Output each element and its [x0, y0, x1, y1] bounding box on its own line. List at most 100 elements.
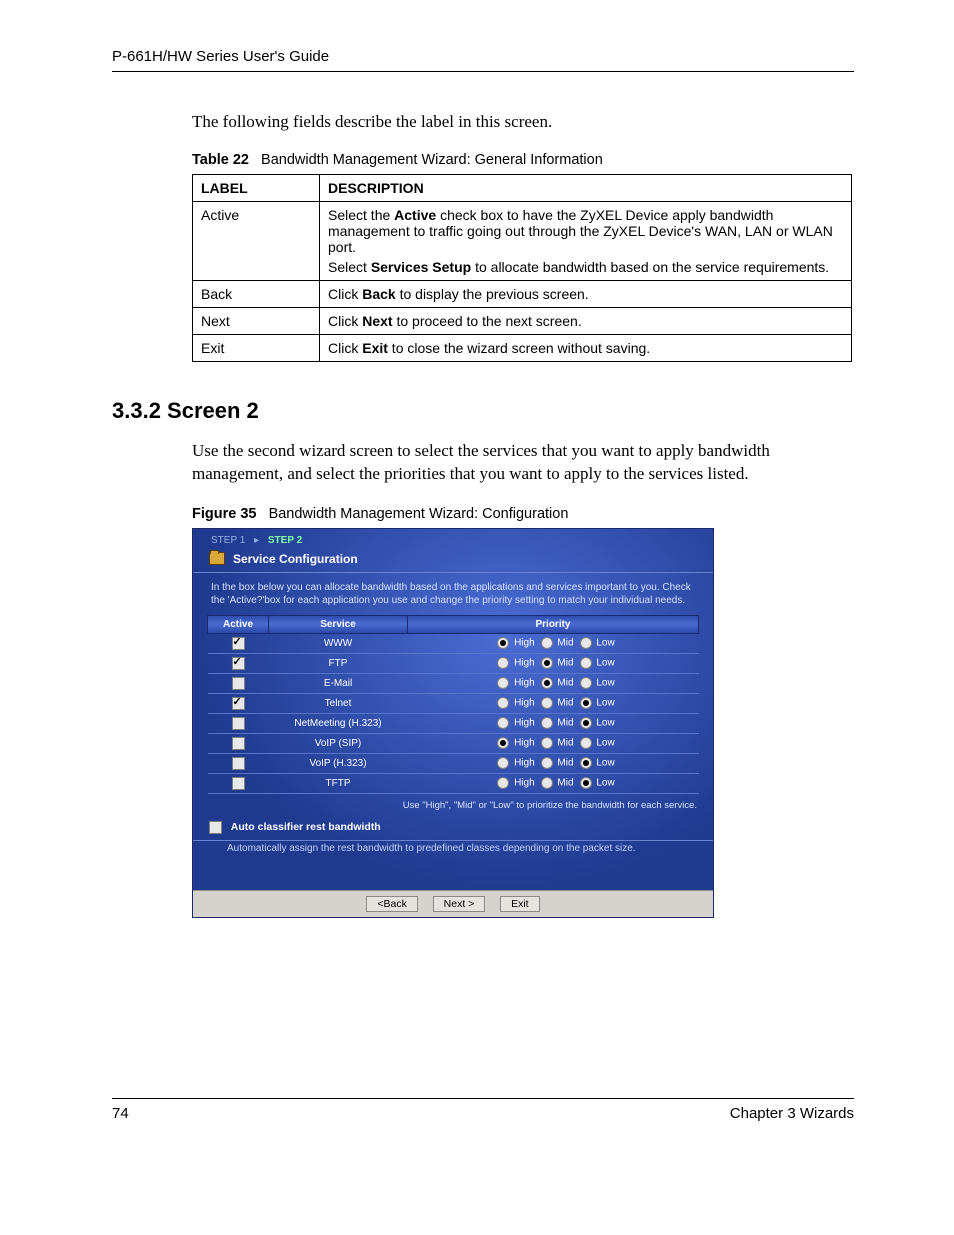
priority-label-high: High — [511, 738, 534, 749]
priority-label-mid: Mid — [555, 678, 574, 689]
priority-radio-mid[interactable] — [541, 737, 553, 749]
wizard-title-bar: Service Configuration — [193, 548, 713, 573]
cell-active — [208, 653, 269, 673]
cell-label: Exit — [193, 335, 320, 362]
priority-label-high: High — [511, 778, 534, 789]
service-row: Telnet High Mid Low — [208, 693, 699, 713]
priority-radio-high[interactable] — [497, 637, 509, 649]
section-paragraph: Use the second wizard screen to select t… — [192, 440, 854, 486]
priority-radio-low[interactable] — [580, 637, 592, 649]
service-row: FTP High Mid Low — [208, 653, 699, 673]
priority-radio-mid[interactable] — [541, 777, 553, 789]
active-checkbox[interactable] — [232, 677, 245, 690]
figure-caption: Figure 35 Bandwidth Management Wizard: C… — [192, 506, 854, 522]
priority-radio-high[interactable] — [497, 737, 509, 749]
table-row: NextClick Next to proceed to the next sc… — [193, 308, 852, 335]
active-checkbox[interactable] — [232, 697, 245, 710]
next-button[interactable]: Next > — [433, 896, 486, 912]
cell-service: VoIP (H.323) — [269, 753, 408, 773]
priority-radio-mid[interactable] — [541, 757, 553, 769]
step-tabs: STEP 1 ▸ STEP 2 — [193, 529, 713, 548]
cell-active — [208, 693, 269, 713]
priority-label-low: Low — [594, 718, 615, 729]
cell-priority: High Mid Low — [408, 653, 699, 673]
priority-radio-low[interactable] — [580, 697, 592, 709]
service-row: TFTP High Mid Low — [208, 773, 699, 793]
table-caption-rest: Bandwidth Management Wizard: General Inf… — [261, 152, 603, 168]
th-label: LABEL — [193, 175, 320, 202]
cell-priority: High Mid Low — [408, 673, 699, 693]
active-checkbox[interactable] — [232, 657, 245, 670]
cell-active — [208, 733, 269, 753]
priority-radio-mid[interactable] — [541, 677, 553, 689]
auto-classifier-checkbox[interactable] — [209, 821, 222, 834]
priority-radio-low[interactable] — [580, 757, 592, 769]
cell-active — [208, 753, 269, 773]
cell-priority: High Mid Low — [408, 753, 699, 773]
cell-label: Back — [193, 281, 320, 308]
priority-label-high: High — [511, 658, 534, 669]
cell-label: Next — [193, 308, 320, 335]
step-1-tab: STEP 1 — [211, 535, 245, 546]
cell-active — [208, 773, 269, 793]
priority-radio-mid[interactable] — [541, 637, 553, 649]
wizard-description: In the box below you can allocate bandwi… — [193, 573, 713, 615]
priority-radio-high[interactable] — [497, 717, 509, 729]
auto-classifier-row: Auto classifier rest bandwidth — [193, 821, 713, 841]
priority-label-high: High — [511, 678, 534, 689]
priority-radio-high[interactable] — [497, 777, 509, 789]
priority-radio-low[interactable] — [580, 737, 592, 749]
cell-description: Click Next to proceed to the next screen… — [320, 308, 852, 335]
active-checkbox[interactable] — [232, 717, 245, 730]
priority-label-high: High — [511, 758, 534, 769]
table-row: ExitClick Exit to close the wizard scree… — [193, 335, 852, 362]
priority-radio-high[interactable] — [497, 697, 509, 709]
priority-label-low: Low — [594, 638, 615, 649]
priority-label-mid: Mid — [555, 698, 574, 709]
active-checkbox[interactable] — [232, 777, 245, 790]
th-priority: Priority — [408, 615, 699, 633]
wizard-title: Service Configuration — [233, 552, 358, 566]
service-row: VoIP (H.323) High Mid Low — [208, 753, 699, 773]
priority-radio-high[interactable] — [497, 677, 509, 689]
priority-radio-mid[interactable] — [541, 657, 553, 669]
service-row: WWW High Mid Low — [208, 633, 699, 653]
table-row: ActiveSelect the Active check box to hav… — [193, 202, 852, 281]
cell-service: Telnet — [269, 693, 408, 713]
service-row: NetMeeting (H.323) High Mid Low — [208, 713, 699, 733]
th-service: Service — [269, 615, 408, 633]
back-button[interactable]: <Back — [366, 896, 417, 912]
priority-radio-mid[interactable] — [541, 697, 553, 709]
priority-hint: Use "High", "Mid" or "Low" to prioritize… — [193, 798, 713, 821]
cell-service: WWW — [269, 633, 408, 653]
auto-classifier-desc: Automatically assign the rest bandwidth … — [193, 841, 713, 890]
active-checkbox[interactable] — [232, 757, 245, 770]
chapter-label: Chapter 3 Wizards — [730, 1105, 854, 1122]
priority-radio-low[interactable] — [580, 777, 592, 789]
priority-radio-low[interactable] — [580, 657, 592, 669]
priority-radio-high[interactable] — [497, 657, 509, 669]
step-2-tab: STEP 2 — [268, 535, 302, 546]
cell-service: FTP — [269, 653, 408, 673]
cell-priority: High Mid Low — [408, 713, 699, 733]
priority-radio-high[interactable] — [497, 757, 509, 769]
th-active: Active — [208, 615, 269, 633]
page-header: P-661H/HW Series User's Guide — [112, 48, 854, 72]
priority-label-mid: Mid — [555, 758, 574, 769]
priority-radio-low[interactable] — [580, 717, 592, 729]
cell-priority: High Mid Low — [408, 693, 699, 713]
priority-radio-mid[interactable] — [541, 717, 553, 729]
service-row: VoIP (SIP) High Mid Low — [208, 733, 699, 753]
intro-text: The following fields describe the label … — [192, 112, 854, 132]
active-checkbox[interactable] — [232, 737, 245, 750]
active-checkbox[interactable] — [232, 637, 245, 650]
exit-button[interactable]: Exit — [500, 896, 540, 912]
table-row: BackClick Back to display the previous s… — [193, 281, 852, 308]
priority-label-low: Low — [594, 758, 615, 769]
cell-service: NetMeeting (H.323) — [269, 713, 408, 733]
priority-radio-low[interactable] — [580, 677, 592, 689]
section-heading: 3.3.2 Screen 2 — [112, 398, 854, 424]
cell-service: TFTP — [269, 773, 408, 793]
cell-priority: High Mid Low — [408, 733, 699, 753]
cell-priority: High Mid Low — [408, 773, 699, 793]
